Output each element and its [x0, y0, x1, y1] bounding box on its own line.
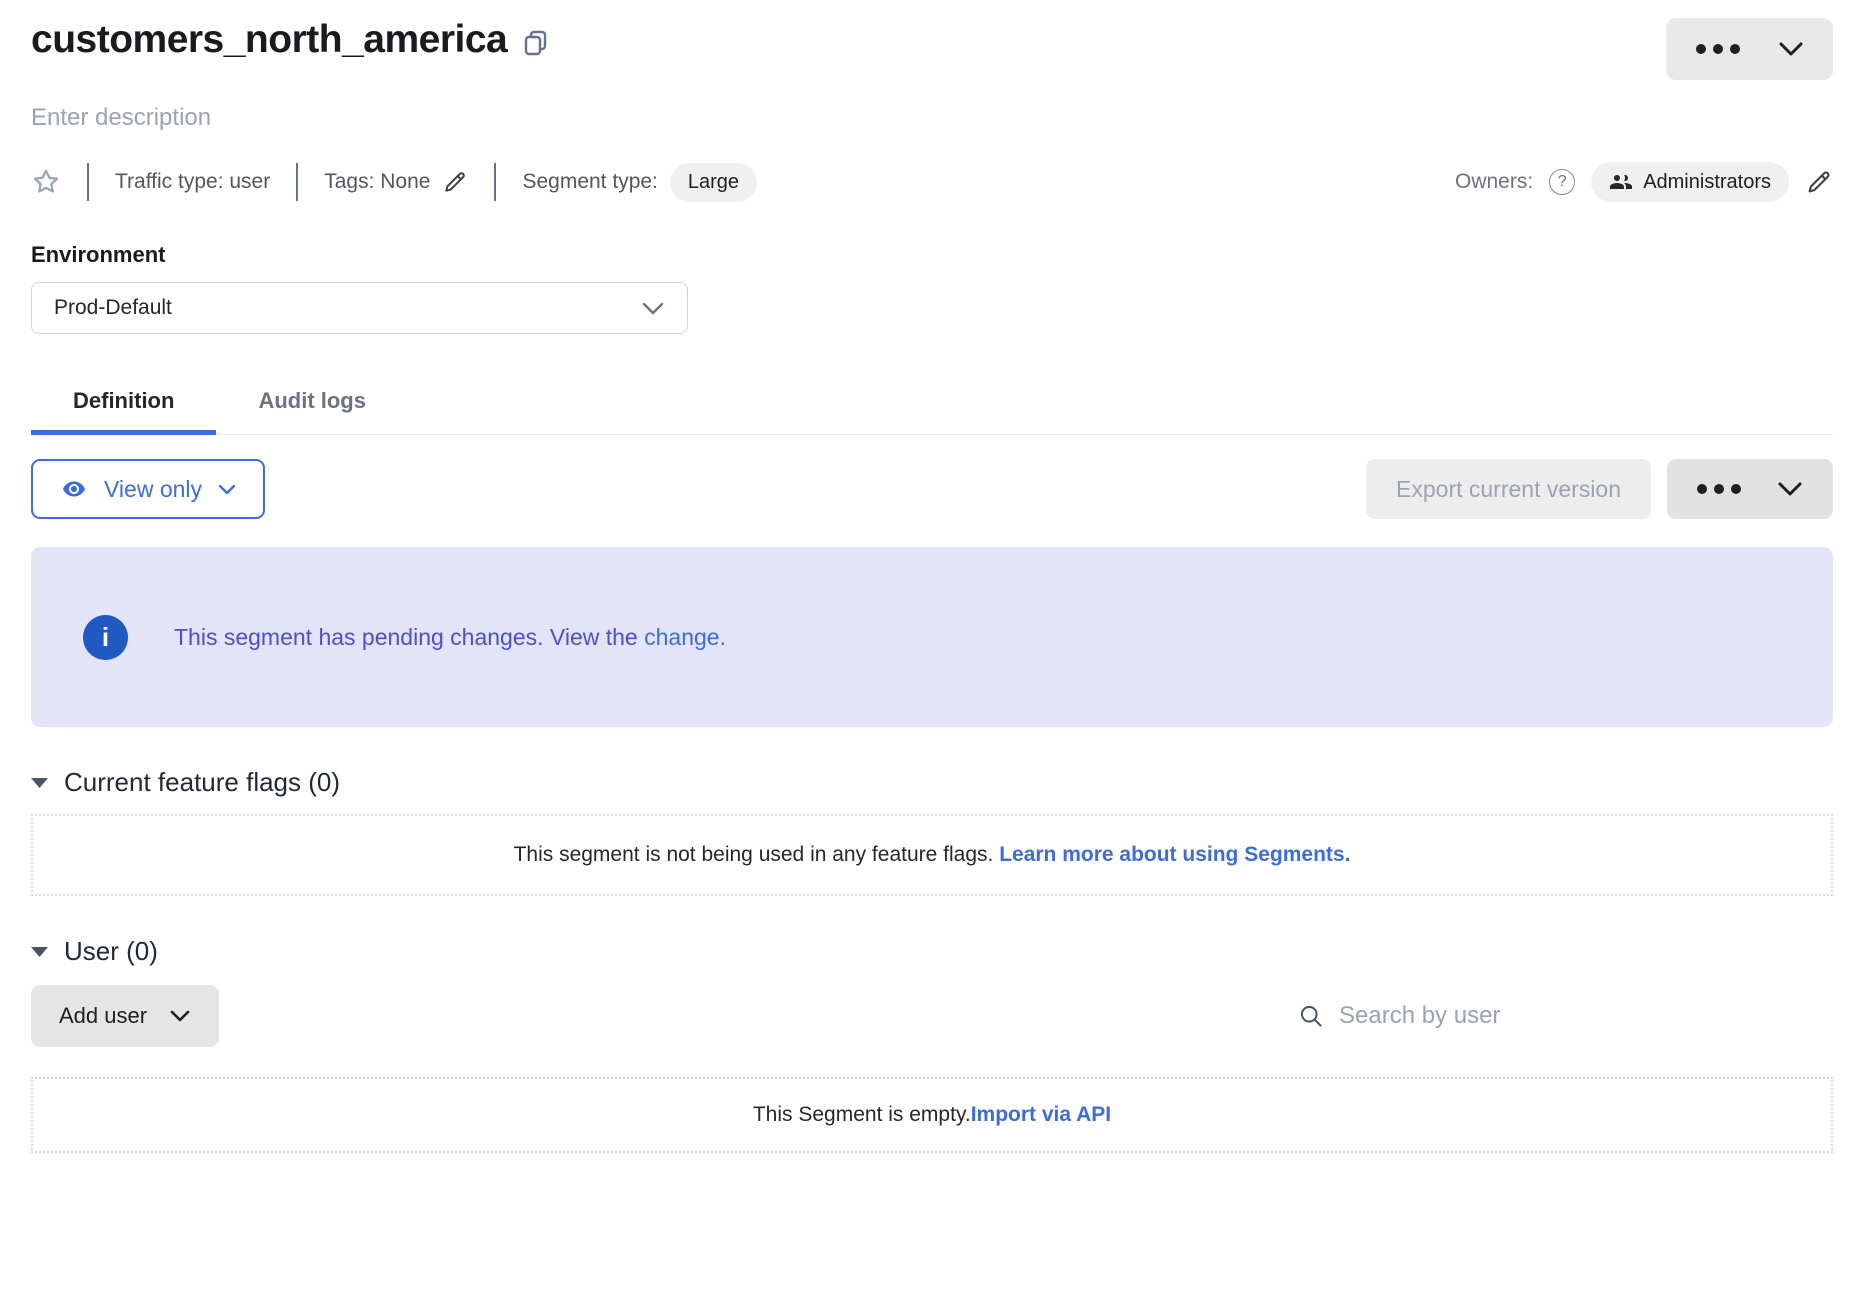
- environment-label: Environment: [31, 242, 1833, 268]
- star-icon[interactable]: [31, 167, 61, 197]
- segment-type-badge: Large: [670, 163, 757, 202]
- divider: [296, 163, 298, 201]
- divider: [87, 163, 89, 201]
- meta-row: Traffic type: user Tags: None Segment ty…: [31, 162, 1833, 202]
- group-icon: [1609, 170, 1633, 194]
- view-only-button[interactable]: View only: [31, 459, 265, 519]
- definition-more-menu-button[interactable]: [1667, 459, 1833, 519]
- feature-flags-empty-text: This segment is not being used in any fe…: [514, 843, 1000, 866]
- user-toolbar: Add user: [31, 985, 1833, 1047]
- owners-chip[interactable]: Administrators: [1591, 162, 1789, 202]
- feature-flags-section-header[interactable]: Current feature flags (0): [31, 767, 1833, 798]
- feature-flags-section-title: Current feature flags (0): [64, 767, 340, 798]
- chevron-down-icon: [1777, 481, 1803, 497]
- environment-select[interactable]: Prod-Default: [31, 282, 688, 334]
- header: customers_north_america: [31, 0, 1833, 80]
- owners-value: Administrators: [1643, 171, 1771, 194]
- segment-type: Segment type: Large: [522, 163, 757, 202]
- ellipsis-icon: [1696, 44, 1740, 54]
- edit-owners-pencil-icon[interactable]: [1805, 168, 1833, 196]
- tab-audit-logs[interactable]: Audit logs: [216, 376, 408, 434]
- info-icon: i: [83, 615, 128, 660]
- user-section-header[interactable]: User (0): [31, 936, 1833, 967]
- add-user-button[interactable]: Add user: [31, 985, 219, 1047]
- banner-text: This segment has pending changes. View t…: [174, 624, 644, 650]
- tab-definition[interactable]: Definition: [31, 376, 216, 434]
- feature-flags-empty-state: This segment is not being used in any fe…: [31, 814, 1833, 896]
- eye-icon: [59, 477, 89, 501]
- header-more-menu-button[interactable]: [1666, 18, 1833, 80]
- tab-bar: Definition Audit logs: [31, 376, 1833, 435]
- import-via-api-link[interactable]: Import via API: [971, 1103, 1111, 1126]
- caret-down-icon: [31, 946, 48, 958]
- chevron-down-icon: [641, 301, 665, 316]
- view-change-link[interactable]: change.: [644, 624, 726, 650]
- view-only-label: View only: [104, 476, 202, 503]
- learn-more-segments-link[interactable]: Learn more about using Segments.: [999, 843, 1350, 866]
- banner-message: This segment has pending changes. View t…: [174, 624, 726, 651]
- environment-selected-value: Prod-Default: [54, 296, 172, 320]
- user-search: [1298, 1001, 1833, 1031]
- meta-left: Traffic type: user Tags: None Segment ty…: [31, 163, 757, 202]
- user-empty-state: This Segment is empty.Import via API: [31, 1077, 1833, 1153]
- edit-tags-pencil-icon[interactable]: [442, 169, 468, 195]
- help-icon[interactable]: ?: [1549, 169, 1575, 195]
- search-icon: [1298, 1003, 1325, 1030]
- chevron-down-icon: [1778, 41, 1804, 57]
- copy-icon[interactable]: [523, 29, 549, 57]
- description-placeholder[interactable]: Enter description: [31, 104, 1833, 132]
- chevron-down-icon: [217, 483, 237, 496]
- divider: [494, 163, 496, 201]
- pending-changes-banner: i This segment has pending changes. View…: [31, 547, 1833, 727]
- owners-area: Owners: ? Administrators: [1455, 162, 1833, 202]
- add-user-label: Add user: [59, 1003, 147, 1029]
- segment-type-label: Segment type:: [522, 170, 657, 194]
- tags-label: Tags: None: [324, 170, 430, 194]
- user-section-title: User (0): [64, 936, 158, 967]
- segment-empty-text: This Segment is empty.: [753, 1103, 971, 1126]
- owners-label: Owners:: [1455, 170, 1533, 194]
- tags: Tags: None: [324, 169, 468, 195]
- caret-down-icon: [31, 777, 48, 789]
- actions-row: View only Export current version: [31, 459, 1833, 519]
- page-title: customers_north_america: [31, 18, 507, 62]
- search-by-user-input[interactable]: [1337, 1001, 1833, 1031]
- title-wrap: customers_north_america: [31, 18, 549, 62]
- export-current-version-button[interactable]: Export current version: [1366, 459, 1651, 519]
- segment-detail-page: customers_north_america Enter descriptio…: [0, 0, 1864, 1153]
- chevron-down-icon: [169, 1009, 191, 1023]
- ellipsis-icon: [1697, 484, 1741, 494]
- actions-right: Export current version: [1366, 459, 1833, 519]
- traffic-type: Traffic type: user: [115, 170, 270, 194]
